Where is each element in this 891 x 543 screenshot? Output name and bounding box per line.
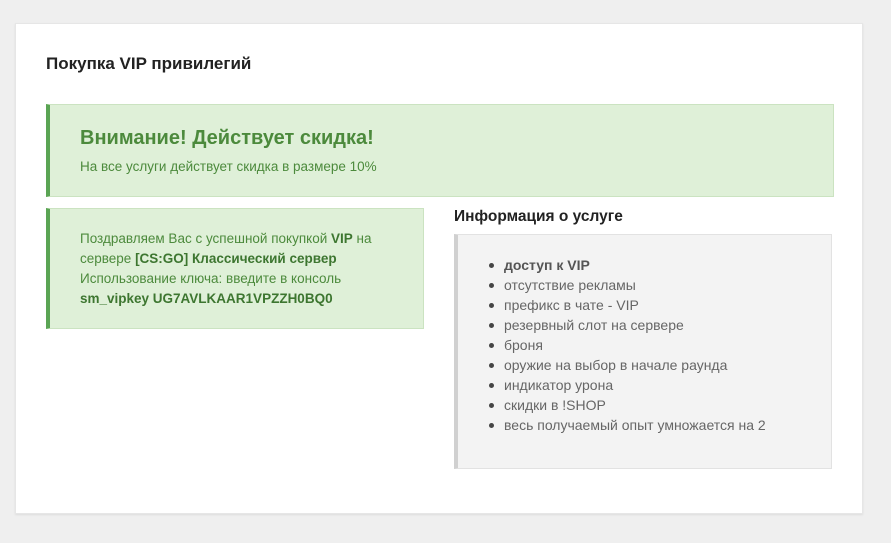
discount-alert: Внимание! Действует скидка! На все услуг… [46, 104, 834, 197]
page-title: Покупка VIP привилегий [46, 54, 252, 73]
list-item: доступ к VIP [488, 255, 766, 275]
service-info-title: Информация о услуге [454, 208, 623, 225]
list-item: префикс в чате - VIP [488, 295, 766, 315]
server-name: [CS:GO] Классический сервер [135, 251, 337, 266]
success-line2-prefix: сервере [80, 251, 136, 266]
content-card: Покупка VIP привилегий Внимание! Действу… [15, 23, 863, 514]
list-item: индикатор урона [488, 375, 766, 395]
privilege-name: VIP [331, 231, 353, 246]
list-item: резервный слот на сервере [488, 315, 766, 335]
list-item: отсутствие рекламы [488, 275, 766, 295]
key-usage-instruction: Использование ключа: введите в консоль [80, 271, 342, 286]
list-item: весь получаемый опыт умножается на 2 [488, 415, 766, 435]
discount-alert-text: На все услуги действует скидка в размере… [80, 159, 377, 174]
list-item: броня [488, 335, 766, 355]
service-features-list: доступ к VIP отсутствие рекламы префикс … [488, 255, 766, 435]
success-line1-suffix: на [352, 231, 372, 246]
success-line1-prefix: Поздравляем Вас с успешной покупкой [80, 231, 331, 246]
key-command[interactable]: sm_vipkey UG7AVLKAAR1VPZZH0BQ0 [80, 291, 333, 306]
service-info-box: доступ к VIP отсутствие рекламы префикс … [454, 234, 832, 469]
list-item: оружие на выбор в начале раунда [488, 355, 766, 375]
purchase-success-alert: Поздравляем Вас с успешной покупкой VIP … [46, 208, 424, 329]
list-item: скидки в !SHOP [488, 395, 766, 415]
discount-alert-heading: Внимание! Действует скидка! [80, 127, 374, 149]
purchase-success-message: Поздравляем Вас с успешной покупкой VIP … [80, 229, 410, 309]
